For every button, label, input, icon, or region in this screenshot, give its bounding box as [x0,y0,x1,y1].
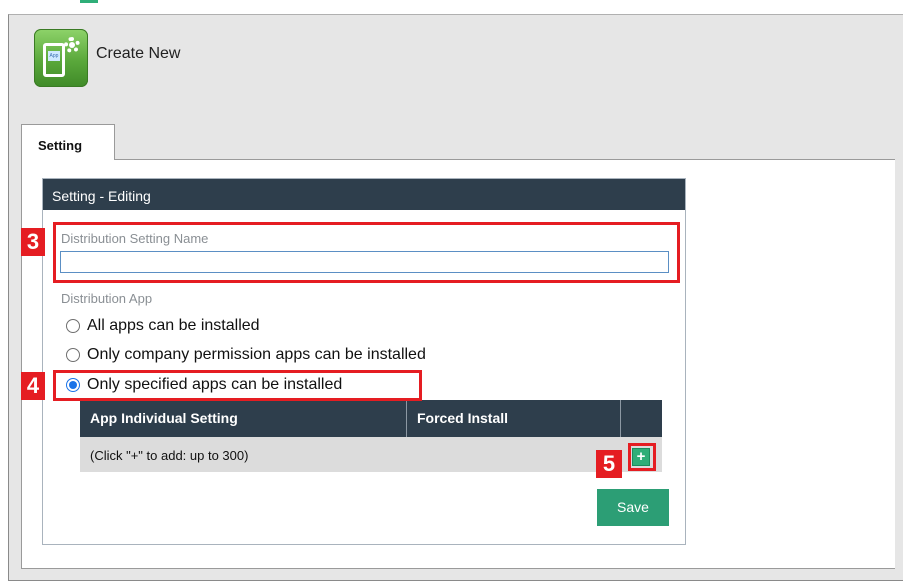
distribution-app-label: Distribution App [61,291,153,306]
column-header-actions [621,400,662,437]
radio-button[interactable] [66,348,80,362]
app-settings-icon: App [34,29,88,87]
radio-option-all-apps[interactable]: All apps can be installed [66,317,260,335]
phone-screen-label: App [48,51,60,61]
top-tab-indicator [80,0,98,3]
radio-option-company-permission-apps[interactable]: Only company permission apps can be inst… [66,346,426,364]
save-button[interactable]: Save [597,489,669,526]
column-header-app-individual-setting: App Individual Setting [80,400,407,437]
radio-label: Only company permission apps can be inst… [87,346,426,363]
table-row-empty-hint: (Click "+" to add: up to 300) [80,437,662,472]
app-individual-setting-table: App Individual Setting Forced Install (C… [80,400,662,472]
radio-label: All apps can be installed [87,317,260,334]
callout-box-3 [53,222,680,283]
table-header: App Individual Setting Forced Install [80,400,662,437]
callout-box-5 [628,443,656,471]
callout-number-4: 4 [21,372,45,400]
empty-row-text: (Click "+" to add: up to 300) [90,448,249,463]
page-title: Create New [96,45,181,62]
panel-title: Setting - Editing [43,179,685,210]
phone-icon: App [43,43,65,77]
column-header-forced-install: Forced Install [407,400,621,437]
callout-number-3: 3 [21,228,45,256]
callout-number-5: 5 [596,450,622,478]
tab-setting[interactable]: Setting [21,124,115,160]
radio-button[interactable] [66,319,80,333]
callout-box-4 [53,370,422,401]
